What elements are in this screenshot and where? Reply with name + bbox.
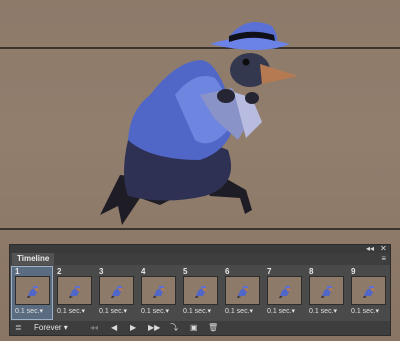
timeline-toolbar: ≣ Forever ▾ ◂◂ ◀ ▶ ▶▶ ⤵ ▣ 🗑 bbox=[10, 321, 390, 335]
frame-number: 9 bbox=[351, 267, 356, 276]
frame-delay-select[interactable]: 0.1 sec.▾ bbox=[141, 307, 169, 316]
frame-number: 3 bbox=[99, 267, 104, 276]
close-panel-button[interactable]: ✕ bbox=[380, 244, 387, 253]
frame-strip: 1 0.1 sec.▾ 2 0.1 sec.▾ 3 0.1 sec.▾ 4 0.1 sec.▾… bbox=[11, 266, 388, 320]
convert-to-timeline-icon[interactable]: ≣ bbox=[15, 323, 22, 333]
frame-thumbnail[interactable] bbox=[225, 276, 260, 305]
character-illustration bbox=[100, 22, 298, 225]
tab-timeline[interactable]: Timeline bbox=[12, 253, 55, 265]
frame-number: 5 bbox=[183, 267, 188, 276]
frame-thumbnail-art bbox=[363, 286, 376, 298]
loop-value: Forever bbox=[34, 323, 62, 332]
animation-frame[interactable]: 5 0.1 sec.▾ bbox=[180, 267, 220, 319]
frame-delay-select[interactable]: 0.1 sec.▾ bbox=[57, 307, 85, 316]
frame-thumbnail-art bbox=[27, 286, 40, 298]
frame-delay-select[interactable]: 0.1 sec.▾ bbox=[267, 307, 295, 316]
frame-delay-select[interactable]: 0.1 sec.▾ bbox=[183, 307, 211, 316]
delete-frame-icon[interactable]: 🗑 bbox=[208, 323, 218, 333]
frame-delay-select[interactable]: 0.1 sec.▾ bbox=[15, 307, 43, 316]
frame-thumbnail[interactable] bbox=[141, 276, 176, 305]
frame-delay-select[interactable]: 0.1 sec.▾ bbox=[309, 307, 337, 316]
duplicate-frame-icon[interactable]: ▣ bbox=[190, 323, 198, 333]
loop-options-select[interactable]: Forever ▾ bbox=[34, 323, 68, 333]
frame-delay-select[interactable]: 0.1 sec.▾ bbox=[225, 307, 253, 316]
animation-frame[interactable]: 8 0.1 sec.▾ bbox=[306, 267, 346, 319]
frame-thumbnail-art bbox=[69, 286, 82, 298]
animation-frame[interactable]: 1 0.1 sec.▾ bbox=[11, 266, 53, 320]
animation-frame[interactable]: 4 0.1 sec.▾ bbox=[138, 267, 178, 319]
frame-number: 8 bbox=[309, 267, 314, 276]
animation-frame[interactable]: 6 0.1 sec.▾ bbox=[222, 267, 262, 319]
first-frame-icon[interactable]: ◂◂ bbox=[90, 323, 98, 333]
next-frame-icon[interactable]: ▶▶ bbox=[148, 323, 160, 333]
frame-thumbnail-art bbox=[279, 286, 292, 298]
frame-thumbnail[interactable] bbox=[267, 276, 302, 305]
frame-thumbnail-art bbox=[111, 286, 124, 298]
panel-menu-icon[interactable]: ≡ bbox=[381, 254, 386, 264]
frame-thumbnail[interactable] bbox=[183, 276, 218, 305]
frame-thumbnail-art bbox=[321, 286, 334, 298]
frame-number: 1 bbox=[15, 267, 20, 276]
timeline-panel: ◂◂ ✕ Timeline ≡ 1 0.1 sec.▾ 2 0.1 sec.▾ 3 0.1… bbox=[9, 244, 391, 336]
frame-number: 7 bbox=[267, 267, 272, 276]
frame-number: 6 bbox=[225, 267, 230, 276]
frame-delay-select[interactable]: 0.1 sec.▾ bbox=[99, 307, 127, 316]
animation-frame[interactable]: 3 0.1 sec.▾ bbox=[96, 267, 136, 319]
frame-thumbnail-art bbox=[153, 286, 166, 298]
panel-tab-row: Timeline ≡ bbox=[10, 253, 390, 265]
frame-delay-select[interactable]: 0.1 sec.▾ bbox=[351, 307, 379, 316]
frame-thumbnail-art bbox=[237, 286, 250, 298]
tween-icon[interactable]: ⤵ bbox=[170, 323, 178, 333]
animation-frame[interactable]: 7 0.1 sec.▾ bbox=[264, 267, 304, 319]
loop-caret-icon: ▾ bbox=[63, 323, 68, 332]
play-icon[interactable]: ▶ bbox=[130, 323, 136, 333]
previous-frame-icon[interactable]: ◀ bbox=[111, 323, 117, 333]
frame-thumbnail[interactable] bbox=[309, 276, 344, 305]
frame-thumbnail[interactable] bbox=[351, 276, 386, 305]
animation-frame[interactable]: 9 0.1 sec.▾ bbox=[348, 267, 388, 319]
frame-thumbnail[interactable] bbox=[57, 276, 92, 305]
frame-thumbnail-art bbox=[195, 286, 208, 298]
frame-number: 2 bbox=[57, 267, 62, 276]
frame-number: 4 bbox=[141, 267, 146, 276]
panel-title-bar: ◂◂ ✕ bbox=[10, 244, 390, 253]
animation-frame[interactable]: 2 0.1 sec.▾ bbox=[54, 267, 94, 319]
frame-thumbnail[interactable] bbox=[15, 276, 50, 305]
collapse-panel-button[interactable]: ◂◂ bbox=[366, 244, 374, 253]
frame-thumbnail[interactable] bbox=[99, 276, 134, 305]
